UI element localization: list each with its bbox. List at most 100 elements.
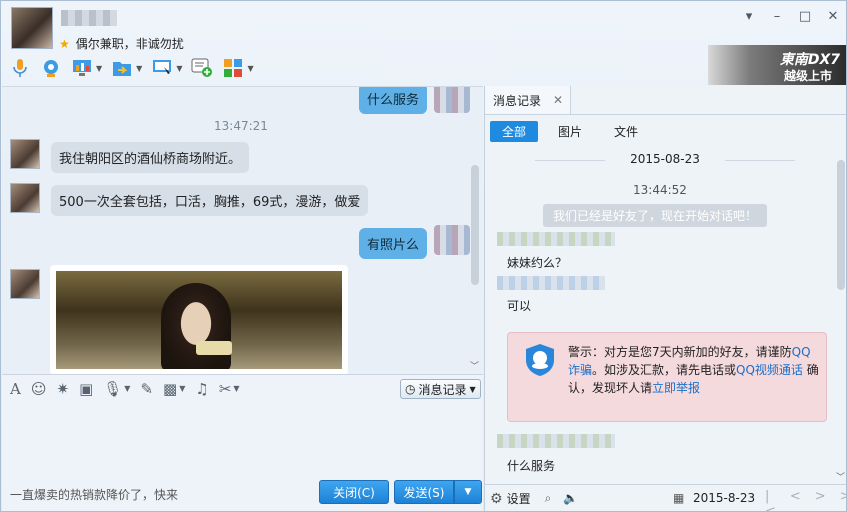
first-page-icon[interactable]: |< bbox=[765, 489, 776, 511]
chevron-down-icon[interactable]: ▾ bbox=[742, 9, 756, 24]
chevron-down-icon[interactable]: ▼ bbox=[247, 64, 253, 73]
music-icon[interactable]: ♫ bbox=[195, 380, 208, 398]
remote-desktop-icon[interactable] bbox=[71, 57, 93, 79]
contact-avatar[interactable] bbox=[11, 7, 53, 49]
message-bubble-friend[interactable]: 我住朝阳区的酒仙桥商场附近。 bbox=[51, 142, 250, 173]
maximize-icon[interactable]: □ bbox=[798, 9, 812, 24]
qq-video-call-link[interactable]: QQ视频通话 bbox=[736, 363, 803, 377]
divider bbox=[485, 114, 846, 115]
file-transfer-icon[interactable] bbox=[111, 57, 133, 79]
settings-label[interactable]: 设置 bbox=[507, 490, 531, 507]
filter-all[interactable]: 全部 bbox=[490, 121, 539, 142]
message-history-panel: 消息记录 ✕ 全部 图片 文件 2015-08-23 13:44:52 我们已经… bbox=[484, 86, 846, 511]
screen-share-icon[interactable] bbox=[151, 57, 173, 79]
chevron-down-icon: ▼ bbox=[469, 384, 476, 394]
clock-icon: ◷ bbox=[405, 382, 416, 396]
emoji-icon[interactable]: ☺ bbox=[31, 380, 47, 398]
star-icon: ★ bbox=[59, 36, 70, 51]
report-link[interactable]: 立即举报 bbox=[652, 381, 700, 395]
nudge-icon[interactable]: ✷ bbox=[56, 380, 69, 398]
history-filter: 全部 图片 文件 bbox=[490, 121, 650, 142]
message-timestamp: 13:47:21 bbox=[214, 119, 268, 133]
contact-status: ★ 偶尔兼职，非诚勿扰 bbox=[59, 35, 184, 52]
filter-files[interactable]: 文件 bbox=[602, 121, 650, 142]
input-toolbar: A ☺ ✷ ▣ 🎙 ▼ ✎ ▩ ▼ ♫ ✂ ▼ ◷ 消息记录 ▼ bbox=[2, 374, 483, 402]
history-scrollbar[interactable] bbox=[837, 160, 845, 290]
chevron-down-icon[interactable]: ﹀ bbox=[836, 470, 845, 483]
top-toolbar: ▼ ▼ ▼ ▼ bbox=[9, 57, 254, 79]
voice-message-icon[interactable]: 🎙 ▼ bbox=[103, 380, 130, 398]
prev-page-icon[interactable]: < bbox=[790, 489, 801, 511]
warning-middle: 。如涉及汇款，请先电话或 bbox=[592, 363, 737, 377]
history-bottom-bar: ⚙ 设置 ⌕ 🔈 ▦ 2015-8-23 |< < > >| bbox=[485, 484, 846, 511]
sender-name-blurred bbox=[497, 434, 615, 448]
system-message: 我们已经是好友了，现在开始对话吧！ bbox=[543, 204, 768, 227]
close-icon[interactable]: ✕ bbox=[553, 93, 563, 107]
friend-avatar[interactable] bbox=[10, 269, 40, 299]
history-date[interactable]: 2015-8-23 bbox=[693, 491, 755, 505]
minimize-icon[interactable]: – bbox=[770, 9, 784, 24]
date-divider: 2015-08-23 bbox=[535, 152, 795, 166]
chevron-down-icon[interactable]: ﹀ bbox=[470, 359, 479, 372]
chat-scrollbar[interactable] bbox=[471, 165, 479, 285]
last-page-icon[interactable]: >| bbox=[840, 489, 846, 511]
font-icon[interactable]: A bbox=[10, 380, 21, 398]
message-bubble-me[interactable]: 什么服务 bbox=[359, 87, 428, 114]
message-history-button[interactable]: ◷ 消息记录 ▼ bbox=[400, 379, 481, 399]
close-button[interactable]: 关闭(C) bbox=[319, 480, 389, 504]
gear-icon[interactable]: ⚙ bbox=[490, 491, 503, 507]
header: ★ 偶尔兼职，非诚勿扰 ▾ – □ ✕ ▼ ▼ ▼ ▼ 東南DX7 越级上市 bbox=[1, 1, 846, 85]
ad-slogan: 越级上市 bbox=[783, 69, 832, 83]
chevron-down-icon[interactable]: ▼ bbox=[136, 64, 142, 73]
history-message[interactable]: 什么服务 bbox=[507, 457, 555, 474]
friend-avatar[interactable] bbox=[10, 139, 40, 169]
chevron-down-icon[interactable]: ▼ bbox=[96, 64, 102, 73]
next-page-icon[interactable]: > bbox=[815, 489, 826, 511]
message-bubble-friend[interactable]: 500一次全套包括，口活，胸推，69式，漫游，做爱 bbox=[51, 185, 369, 216]
tab-label: 消息记录 bbox=[493, 93, 542, 108]
ad-text-link[interactable]: 一直爆卖的热销款降价了，快来 bbox=[10, 486, 178, 503]
tab-message-history[interactable]: 消息记录 ✕ bbox=[485, 86, 571, 114]
chat-area[interactable]: 什么服务 13:47:21 我住朝阳区的酒仙桥商场附近。 500一次全套包括，口… bbox=[2, 86, 483, 374]
window-controls: ▾ – □ ✕ bbox=[742, 9, 840, 24]
photo-phone bbox=[196, 341, 232, 355]
add-contact-icon[interactable] bbox=[191, 57, 213, 79]
video-call-icon[interactable] bbox=[40, 57, 62, 79]
image-message[interactable] bbox=[50, 265, 348, 374]
scissors-icon[interactable]: ✂ ▼ bbox=[219, 380, 240, 398]
warning-prefix: 警示：对方是您7天内新加的好友，请谨防 bbox=[568, 345, 792, 359]
history-timestamp: 13:44:52 bbox=[633, 183, 687, 197]
search-icon[interactable]: ⌕ bbox=[545, 491, 552, 506]
sender-name-blurred bbox=[497, 276, 605, 290]
speaker-icon[interactable]: 🔈 bbox=[563, 491, 578, 506]
history-tools: ⌕ 🔈 bbox=[545, 491, 579, 506]
shield-icon bbox=[526, 344, 554, 376]
microphone-icon[interactable] bbox=[9, 57, 31, 79]
my-avatar-blurred bbox=[434, 225, 470, 255]
my-avatar-blurred bbox=[434, 87, 470, 113]
image-icon[interactable]: ▩ ▼ bbox=[163, 380, 185, 398]
chevron-down-icon[interactable]: ▼ bbox=[176, 64, 182, 73]
chat-window: ★ 偶尔兼职，非诚勿扰 ▾ – □ ✕ ▼ ▼ ▼ ▼ 東南DX7 越级上市 什… bbox=[0, 0, 847, 512]
message-bubble-me[interactable]: 有照片么 bbox=[359, 228, 428, 259]
screenshot-icon[interactable]: ▣ bbox=[79, 380, 93, 398]
close-icon[interactable]: ✕ bbox=[826, 9, 840, 24]
contact-nickname-blurred[interactable] bbox=[61, 10, 117, 26]
send-options-button[interactable]: ▼ bbox=[454, 480, 482, 504]
message-input[interactable]: 一直爆卖的热销款降价了，快来 关闭(C) 发送(S) ▼ bbox=[2, 402, 483, 511]
friend-avatar[interactable] bbox=[10, 183, 40, 213]
banner-ad[interactable]: 東南DX7 越级上市 bbox=[708, 45, 846, 85]
history-message[interactable]: 妹妹约么？ bbox=[507, 254, 567, 271]
calendar-icon[interactable]: ▦ bbox=[673, 491, 684, 505]
status-text: 偶尔兼职，非诚勿扰 bbox=[75, 37, 184, 51]
history-message[interactable]: 可以 bbox=[507, 297, 531, 314]
edit-icon[interactable]: ✎ bbox=[140, 380, 153, 398]
sender-name-blurred bbox=[497, 232, 615, 246]
send-button[interactable]: 发送(S) bbox=[394, 480, 454, 504]
warning-text: 警示：对方是您7天内新加的好友，请谨防QQ诈骗。如涉及汇款，请先电话或QQ视频通… bbox=[568, 343, 822, 397]
filter-images[interactable]: 图片 bbox=[546, 121, 594, 142]
history-navigation: |< < > >| bbox=[765, 489, 846, 511]
ad-brand: 東南DX7 bbox=[779, 52, 840, 68]
photo bbox=[56, 271, 342, 369]
apps-icon[interactable] bbox=[222, 57, 244, 79]
